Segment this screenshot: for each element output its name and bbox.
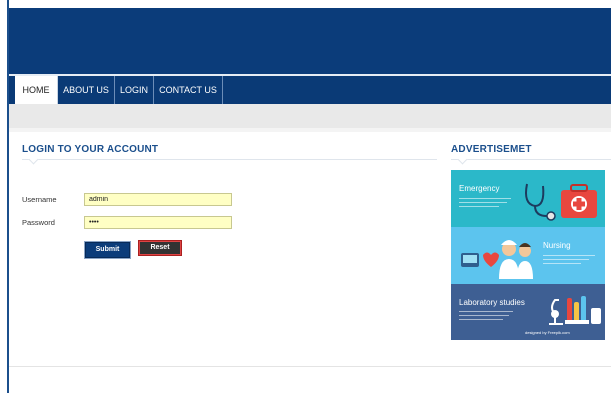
site-header <box>9 8 611 74</box>
ad-panel-laboratory-label: Laboratory studies <box>459 298 525 307</box>
ad-section-title: ADVERTISEMET <box>451 144 532 155</box>
username-label: Username <box>22 195 57 204</box>
ad-text-line <box>459 198 511 199</box>
footer-divider <box>9 366 611 367</box>
sub-header-band <box>9 104 611 128</box>
login-title-rule <box>22 159 437 160</box>
ad-title-notch <box>457 154 468 165</box>
sub-header-band-shadow <box>9 128 611 132</box>
nav-item-login[interactable]: LOGIN <box>115 76 154 104</box>
ad-text-line <box>459 311 513 312</box>
ad-text-line <box>459 202 507 203</box>
ad-title-rule <box>451 159 611 160</box>
ad-panel-nursing-label: Nursing <box>543 241 571 250</box>
ad-text-line <box>459 206 499 207</box>
nav-item-home[interactable]: HOME <box>15 76 58 104</box>
ad-panel-emergency: Emergency <box>451 170 605 227</box>
ad-text-line <box>543 259 589 260</box>
password-label: Password <box>22 218 55 227</box>
nav-item-about-us[interactable]: ABOUT US <box>58 76 115 104</box>
stethoscope-medkit-icon <box>525 183 597 221</box>
reset-button[interactable]: Reset <box>138 240 182 256</box>
ad-panel-emergency-label: Emergency <box>459 184 500 193</box>
ad-panel-laboratory: Laboratory studies designed by Freepik.c… <box>451 284 605 340</box>
advertisement-banner[interactable]: Emergency Nursing Laboratory studies des… <box>451 170 605 340</box>
ad-text-line <box>459 315 509 316</box>
laboratory-equipment-icon <box>549 296 601 325</box>
submit-button[interactable]: Submit <box>85 242 130 258</box>
ad-panel-nursing: Nursing <box>451 227 605 284</box>
username-input[interactable] <box>84 193 232 206</box>
ad-text-line <box>459 319 503 320</box>
main-nav: HOME ABOUT US LOGIN CONTACT US <box>9 74 611 104</box>
login-section-title: LOGIN TO YOUR ACCOUNT <box>22 144 159 155</box>
login-title-notch <box>28 154 39 165</box>
ad-credit: designed by Freepik.com <box>525 330 570 335</box>
nav-item-contact-us[interactable]: CONTACT US <box>154 76 223 104</box>
password-input[interactable]: •••• <box>84 216 232 229</box>
ad-text-line <box>543 263 581 264</box>
ad-text-line <box>543 255 595 256</box>
nurse-doctor-icon <box>461 240 533 279</box>
